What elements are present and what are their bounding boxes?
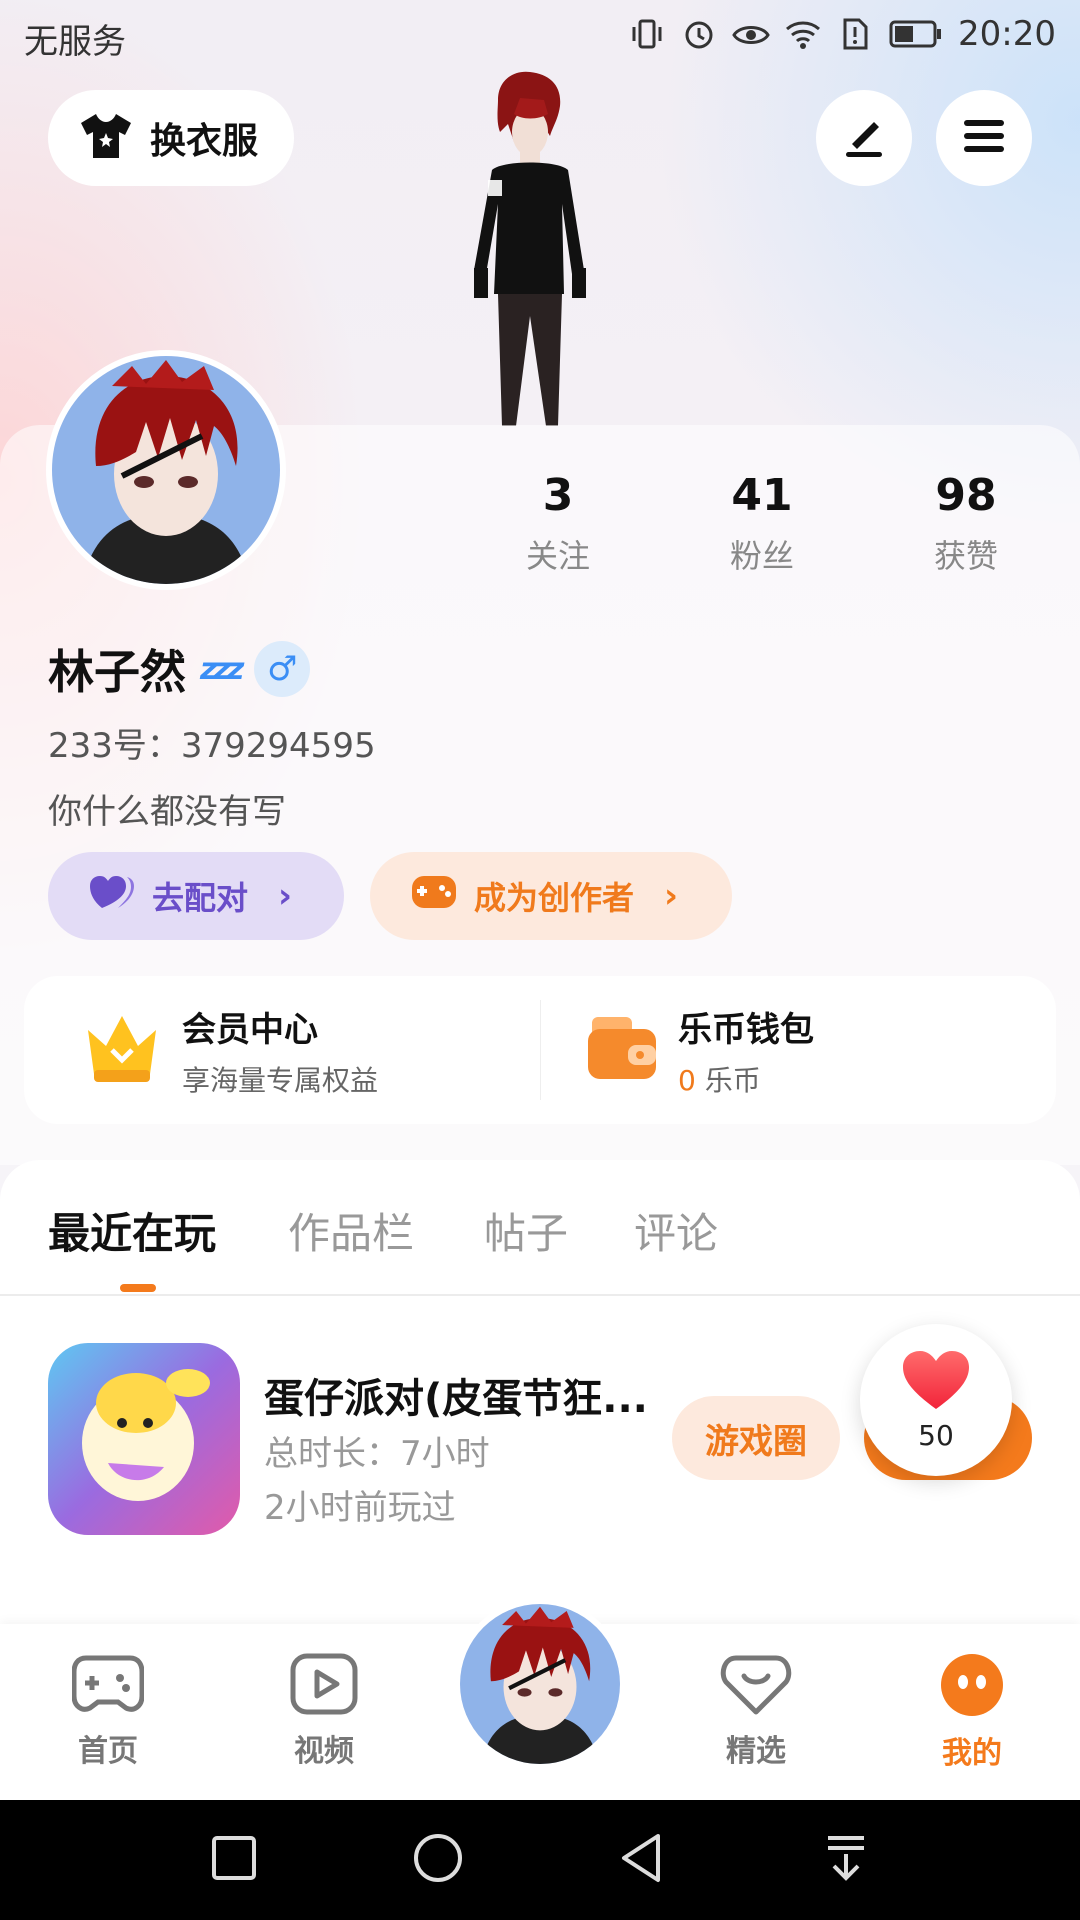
- nav-video[interactable]: 视频: [264, 1652, 384, 1770]
- heart-icon: [901, 1349, 971, 1415]
- member-center-title: 会员中心: [182, 1009, 318, 1050]
- chevron-right-icon: ›: [278, 876, 293, 916]
- menu-button[interactable]: [936, 90, 1032, 186]
- square-icon: [210, 1834, 258, 1886]
- game-icon[interactable]: [48, 1343, 240, 1535]
- nav-featured[interactable]: 精选: [696, 1652, 816, 1770]
- home-button[interactable]: [408, 1830, 468, 1890]
- member-wallet-panel: 会员中心 享海量专属权益 乐币钱包 0 乐币: [24, 976, 1056, 1124]
- tab-recent-play[interactable]: 最近在玩: [48, 1200, 216, 1261]
- back-button[interactable]: [612, 1830, 672, 1890]
- change-outfit-button[interactable]: 换衣服: [48, 90, 294, 186]
- followers-stat[interactable]: 41 粉丝: [682, 470, 842, 577]
- face-icon: [939, 1652, 1005, 1722]
- nav-mine-label: 我的: [942, 1736, 1002, 1771]
- following-label: 关注: [525, 537, 590, 575]
- wallet-balance: 0 乐币: [678, 1059, 814, 1099]
- circle-icon: [412, 1832, 464, 1888]
- creator-label: 成为创作者: [474, 879, 635, 917]
- become-creator-button[interactable]: 成为创作者 ›: [370, 852, 732, 940]
- pen-icon: [840, 112, 888, 164]
- game-title: 蛋仔派对(皮蛋节狂...: [264, 1376, 648, 1422]
- user-bio: 你什么都没有写: [48, 792, 286, 832]
- change-outfit-label: 换衣服: [150, 121, 259, 162]
- game-duration: 总时长：7小时: [264, 1434, 490, 1474]
- back-triangle-icon: [618, 1832, 666, 1888]
- hearts-icon: [88, 872, 136, 920]
- nav-home[interactable]: 首页: [48, 1652, 168, 1770]
- following-count: 3: [542, 470, 574, 521]
- alarm-icon: [680, 15, 718, 53]
- likes-label: 获赞: [933, 537, 998, 575]
- wallet-amount: 0: [678, 1063, 696, 1097]
- likes-stat[interactable]: 98 获赞: [886, 470, 1046, 577]
- like-bubble[interactable]: 50: [860, 1324, 1012, 1476]
- followers-label: 粉丝: [729, 537, 794, 575]
- like-count: 50: [918, 1418, 954, 1452]
- likes-count: 98: [935, 470, 997, 521]
- tab-posts[interactable]: 帖子: [484, 1200, 568, 1261]
- clock-text: 20:20: [958, 14, 1056, 54]
- wifi-icon: [784, 15, 822, 53]
- hamburger-icon: [960, 112, 1008, 164]
- tshirt-icon: [78, 111, 134, 165]
- game-circle-button[interactable]: 游戏圈: [672, 1396, 840, 1480]
- active-tab-indicator: [120, 1284, 156, 1292]
- play-icon: [289, 1652, 359, 1720]
- tab-comments[interactable]: 评论: [634, 1200, 718, 1261]
- nav-center-avatar[interactable]: [454, 1598, 626, 1770]
- male-gender-icon: ♂: [254, 641, 311, 697]
- gamepad-icon: [410, 874, 458, 918]
- member-center-subtitle: 享海量专属权益: [182, 1063, 379, 1097]
- followers-count: 41: [731, 470, 793, 521]
- game-last-played: 2小时前玩过: [264, 1488, 456, 1528]
- avatar-3d-character[interactable]: [430, 70, 630, 426]
- crown-icon: [82, 1010, 162, 1090]
- recent-apps-button[interactable]: [204, 1830, 264, 1890]
- nav-mine[interactable]: 我的: [912, 1652, 1032, 1772]
- wallet-title: 乐币钱包: [678, 1009, 814, 1050]
- wallet-unit: 乐币: [704, 1063, 761, 1097]
- battery-icon: [888, 15, 944, 53]
- profile-tabs: 最近在玩 作品栏 帖子 评论: [0, 1200, 1080, 1294]
- eye-icon: [732, 15, 770, 53]
- status-bar: 无服务 20:20: [0, 0, 1080, 76]
- heart-chat-icon: [720, 1652, 792, 1720]
- chevron-right-icon: ›: [664, 876, 679, 916]
- following-stat[interactable]: 3 关注: [478, 470, 638, 577]
- nav-video-label: 视频: [294, 1734, 354, 1769]
- avatar[interactable]: [46, 350, 286, 590]
- profile-name-row: 林子然 zzz ♂: [48, 636, 311, 702]
- pull-down-icon: [822, 1832, 870, 1888]
- tab-works[interactable]: 作品栏: [288, 1200, 414, 1261]
- tab-divider: [0, 1294, 1080, 1296]
- match-button[interactable]: 去配对 ›: [48, 852, 344, 940]
- system-navigation-bar: [0, 1800, 1080, 1920]
- sleep-status-icon: zzz: [200, 651, 244, 687]
- wallet-icon: [586, 1013, 658, 1087]
- notification-pull-button[interactable]: [816, 1830, 876, 1890]
- match-label: 去配对: [152, 879, 249, 917]
- sim-alert-icon: [836, 15, 874, 53]
- gamepad-icon: [71, 1652, 145, 1720]
- user-id: 233号：379294595: [48, 726, 376, 766]
- vibrate-icon: [628, 15, 666, 53]
- nav-home-label: 首页: [78, 1734, 138, 1769]
- user-name: 林子然: [48, 645, 186, 699]
- wallet-entry[interactable]: 乐币钱包 0 乐币: [540, 976, 1056, 1124]
- nav-featured-label: 精选: [726, 1734, 786, 1769]
- member-center-entry[interactable]: 会员中心 享海量专属权益: [24, 976, 540, 1124]
- carrier-text: 无服务: [24, 22, 126, 62]
- edit-button[interactable]: [816, 90, 912, 186]
